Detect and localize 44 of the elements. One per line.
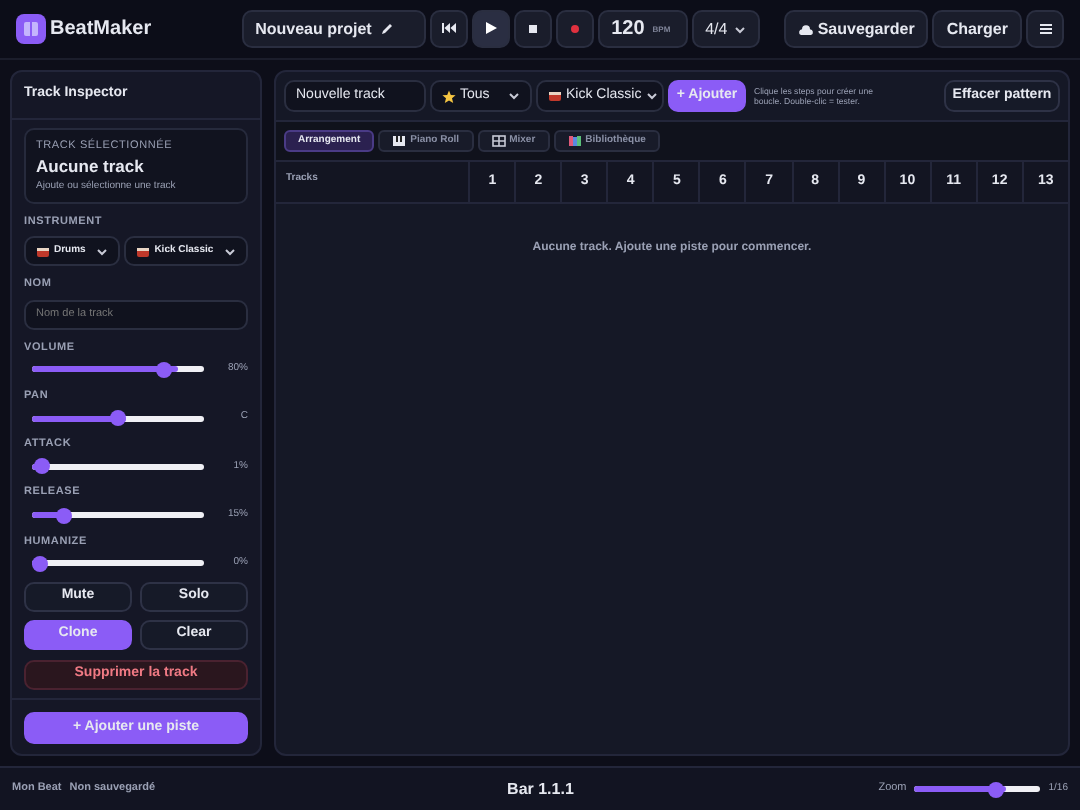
slider-thumb[interactable] bbox=[33, 458, 50, 475]
app-title: BeatMaker bbox=[50, 16, 152, 44]
load-button[interactable]: Charger bbox=[932, 10, 1022, 48]
books-icon bbox=[567, 134, 582, 148]
project-name-field[interactable]: Nouveau projet bbox=[241, 10, 426, 48]
menu-button[interactable] bbox=[1026, 10, 1064, 48]
slider-track[interactable] bbox=[32, 458, 204, 475]
record-icon bbox=[565, 20, 584, 38]
skip-back-icon bbox=[439, 20, 458, 38]
play-icon bbox=[481, 20, 500, 38]
zoom-slider-thumb[interactable] bbox=[987, 781, 1004, 797]
slider-thumb[interactable] bbox=[156, 361, 173, 378]
slider-thumb[interactable] bbox=[110, 410, 126, 426]
caret-icon bbox=[224, 247, 236, 256]
logo-icon bbox=[16, 14, 46, 44]
slider-track[interactable] bbox=[32, 555, 204, 572]
slider-track[interactable] bbox=[32, 410, 204, 426]
caret-icon bbox=[96, 247, 109, 256]
stop-button[interactable] bbox=[513, 10, 552, 48]
drum-icon bbox=[136, 245, 151, 258]
caret-icon bbox=[733, 25, 746, 33]
playhead-position: Bar 1.1.1 bbox=[507, 777, 574, 801]
pencil-icon bbox=[379, 22, 394, 36]
time-signature-select[interactable]: 4/4 bbox=[691, 10, 760, 48]
caret-icon bbox=[508, 92, 520, 100]
play-button[interactable] bbox=[471, 10, 510, 48]
rewind-button[interactable] bbox=[429, 10, 468, 48]
selected-track-name: Aucune track bbox=[36, 153, 146, 179]
star-icon bbox=[442, 89, 456, 103]
caret-icon bbox=[645, 92, 658, 100]
drum-icon bbox=[548, 90, 562, 102]
keyboard-icon bbox=[392, 134, 407, 148]
save-button[interactable]: Sauvegarder bbox=[783, 10, 929, 48]
drum-icon bbox=[36, 245, 50, 258]
slider-track[interactable] bbox=[32, 507, 204, 523]
record-button[interactable] bbox=[555, 10, 594, 48]
cloud-icon bbox=[797, 23, 814, 35]
stop-icon bbox=[523, 20, 542, 38]
slider-thumb[interactable] bbox=[32, 555, 48, 572]
slider-track[interactable] bbox=[32, 361, 204, 378]
slider-thumb[interactable] bbox=[55, 507, 72, 523]
grid-icon bbox=[491, 134, 506, 148]
zoom-slider-track[interactable] bbox=[914, 781, 1041, 797]
menu-icon bbox=[1037, 22, 1053, 36]
